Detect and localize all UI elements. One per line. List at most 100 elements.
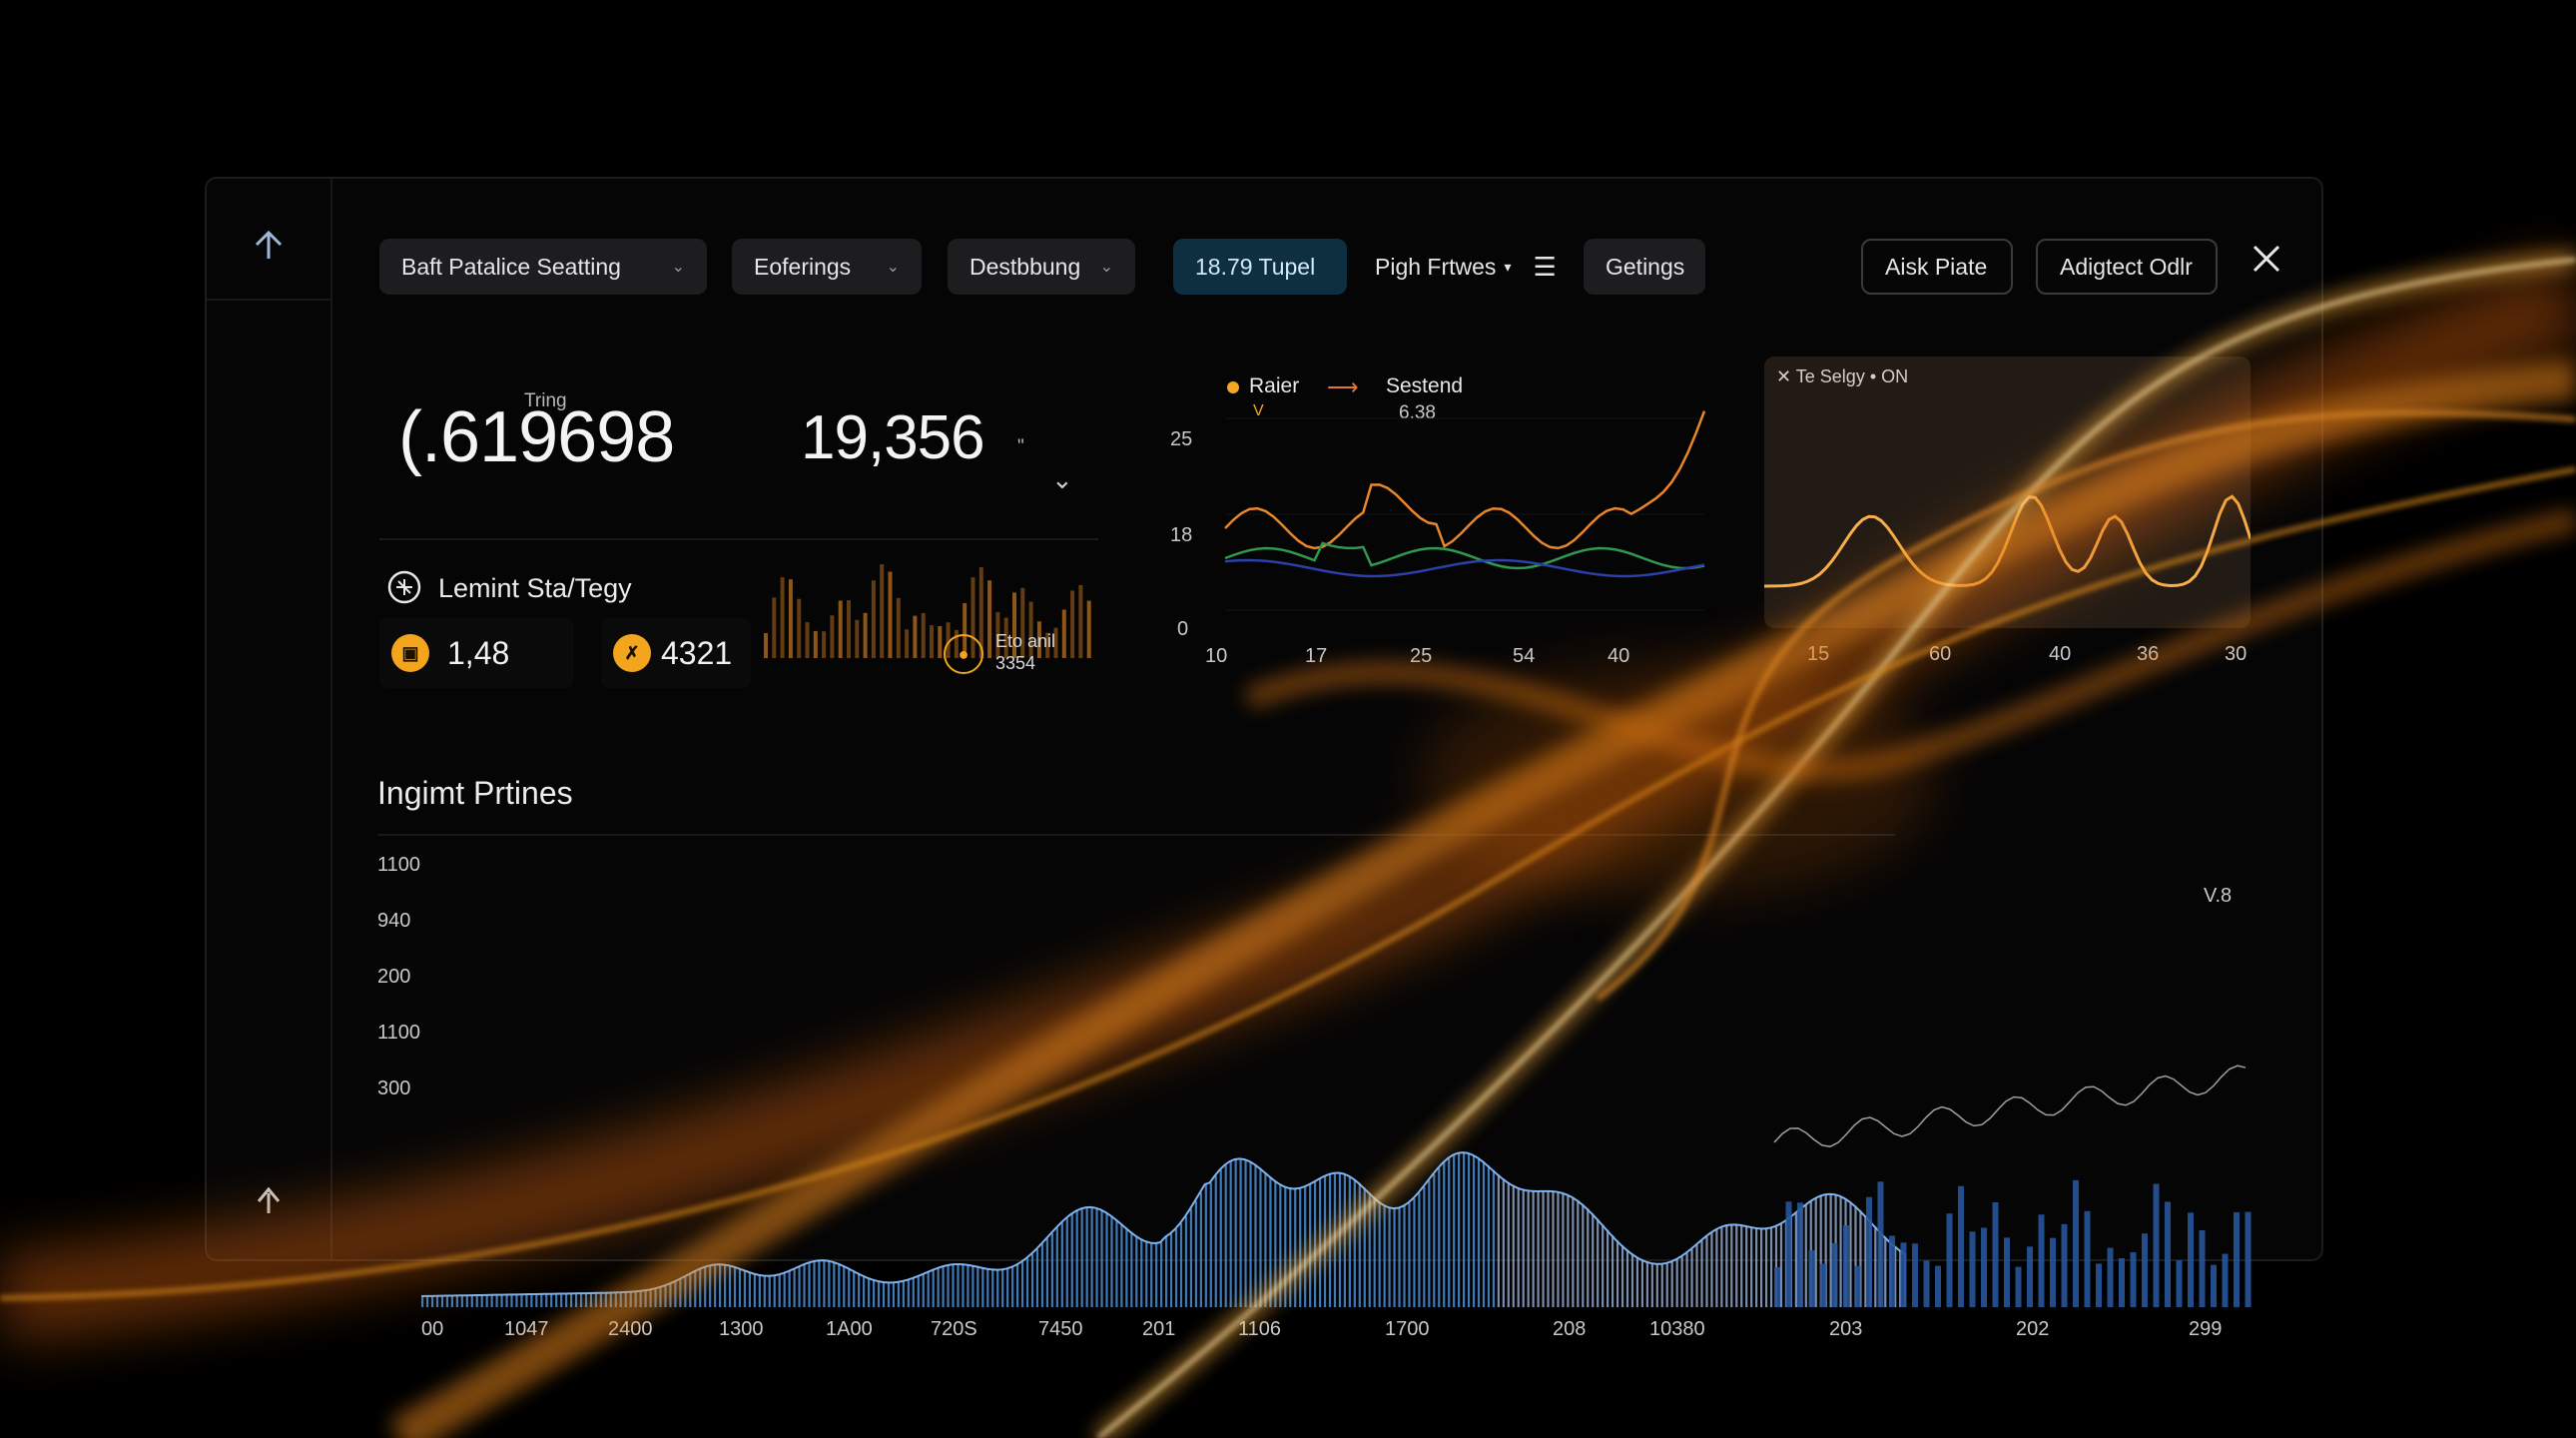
- area-bar: [1418, 1192, 1421, 1307]
- area-bar: [460, 1295, 463, 1307]
- dropdown-patalice[interactable]: Baft Patalice Seatting ⌄: [379, 239, 707, 295]
- side-rail: [207, 179, 332, 1259]
- mini-bar: [1086, 600, 1091, 658]
- line-series-orange: [1224, 410, 1706, 550]
- right-bar: [1969, 1231, 1976, 1307]
- mini-bar: [1078, 584, 1083, 658]
- area-bar: [1284, 1186, 1287, 1307]
- area-bar: [976, 1266, 979, 1307]
- area-bar: [1720, 1226, 1723, 1307]
- chevron-down-icon[interactable]: ⌄: [1051, 464, 1073, 495]
- dropdown-destbbung[interactable]: Destbbung ⌄: [948, 239, 1135, 295]
- right-bar: [2119, 1258, 2125, 1307]
- area-bar: [1665, 1262, 1668, 1307]
- dashboard-window: Baft Patalice Seatting ⌄ Eoferings ⌄ Des…: [205, 177, 2323, 1340]
- area-bar: [495, 1294, 498, 1307]
- area-bar: [550, 1293, 553, 1307]
- area-bar: [1234, 1158, 1237, 1307]
- right-bar: [2234, 1212, 2240, 1307]
- area-bar: [659, 1287, 662, 1307]
- area-bar: [1482, 1161, 1486, 1307]
- area-bar: [778, 1274, 781, 1307]
- x-tick: 60: [1929, 643, 1952, 665]
- area-bar: [1695, 1244, 1698, 1307]
- close-icon[interactable]: [2249, 241, 2284, 287]
- area-bar: [1512, 1185, 1515, 1307]
- area-bar: [1650, 1263, 1653, 1307]
- area-bar: [971, 1265, 974, 1307]
- adjust-button[interactable]: Adigtect Odlr: [2036, 239, 2218, 295]
- area-bar: [1110, 1215, 1113, 1307]
- x-tick: 17: [1305, 645, 1328, 667]
- metrics-divider: [379, 538, 1098, 540]
- area-bar: [1423, 1186, 1426, 1307]
- mini-bar: [1070, 590, 1075, 658]
- area-bar: [425, 1295, 429, 1307]
- area-bar: [1527, 1190, 1530, 1307]
- right-bar: [2050, 1237, 2056, 1307]
- x-tick: 40: [1608, 645, 1630, 667]
- mini-bar: [913, 615, 918, 658]
- secondary-metric-unit: ": [1017, 436, 1024, 457]
- right-bar: [1900, 1242, 1907, 1307]
- area-bar: [1675, 1259, 1678, 1307]
- area-bar: [1274, 1180, 1277, 1307]
- area-bar: [848, 1268, 851, 1307]
- area-bar: [1547, 1190, 1550, 1307]
- mini-bar: [1061, 609, 1066, 658]
- area-bar: [679, 1279, 682, 1307]
- ask-button[interactable]: Aisk Piate: [1861, 239, 2013, 295]
- right-bar: [1774, 1267, 1780, 1307]
- upload-icon[interactable]: [247, 1177, 291, 1221]
- area-bar: [674, 1281, 677, 1307]
- right-bar: [1831, 1242, 1838, 1307]
- right-bar: [1946, 1213, 1953, 1307]
- area-bar: [510, 1294, 513, 1307]
- area-bar: [480, 1294, 483, 1307]
- right-bar: [2199, 1229, 2206, 1307]
- settings-button[interactable]: Getings: [1584, 239, 1705, 295]
- area-bar: [634, 1291, 637, 1307]
- adjust-label: Adigtect Odlr: [2060, 253, 2193, 280]
- area-bar: [1655, 1263, 1658, 1307]
- area-bar: [1760, 1228, 1763, 1307]
- filter-dropdown[interactable]: Pigh Frtwes ▾ ☰: [1375, 239, 1557, 295]
- dropdown-label: Eoferings: [754, 253, 852, 280]
- area-bar: [1060, 1222, 1063, 1307]
- area-bar: [1755, 1227, 1758, 1307]
- tupel-label: 18.79 Tupel: [1195, 253, 1316, 280]
- area-bar: [1497, 1174, 1500, 1307]
- dropdown-eoferings[interactable]: Eoferings ⌄: [732, 239, 922, 295]
- area-bar: [927, 1272, 930, 1307]
- area-bar: [1085, 1207, 1088, 1307]
- area-bar: [1080, 1208, 1083, 1307]
- area-bar: [808, 1262, 811, 1307]
- mini-bar: [764, 633, 768, 658]
- area-bar: [1209, 1182, 1212, 1307]
- area-bar: [1670, 1261, 1673, 1307]
- area-bar: [1378, 1201, 1381, 1307]
- right-bar: [1992, 1202, 1999, 1307]
- area-bar: [788, 1271, 791, 1307]
- area-bar: [1750, 1226, 1753, 1307]
- area-bar: [823, 1260, 826, 1307]
- up-arrow-icon[interactable]: [247, 223, 291, 267]
- menu-icon[interactable]: ☰: [1533, 252, 1556, 283]
- area-bar: [1740, 1224, 1743, 1307]
- y-tick: 25: [1170, 428, 1193, 450]
- x-tick: 1A00: [826, 1318, 873, 1340]
- area-bar: [1492, 1169, 1495, 1307]
- area-bar: [1368, 1192, 1371, 1307]
- area-bar: [1055, 1227, 1058, 1307]
- rail-divider: [207, 299, 330, 301]
- chevron-down-icon: ⌄: [1099, 259, 1113, 276]
- area-bar: [868, 1277, 871, 1307]
- tupel-button[interactable]: 18.79 Tupel: [1173, 239, 1347, 295]
- area-bar: [942, 1266, 945, 1307]
- right-bar: [2096, 1263, 2102, 1307]
- area-bar: [783, 1272, 786, 1307]
- close-small-icon[interactable]: ✕: [1776, 366, 1791, 386]
- x-tick: 2400: [608, 1318, 653, 1340]
- area-bar: [614, 1292, 617, 1307]
- mini-bar: [938, 626, 943, 658]
